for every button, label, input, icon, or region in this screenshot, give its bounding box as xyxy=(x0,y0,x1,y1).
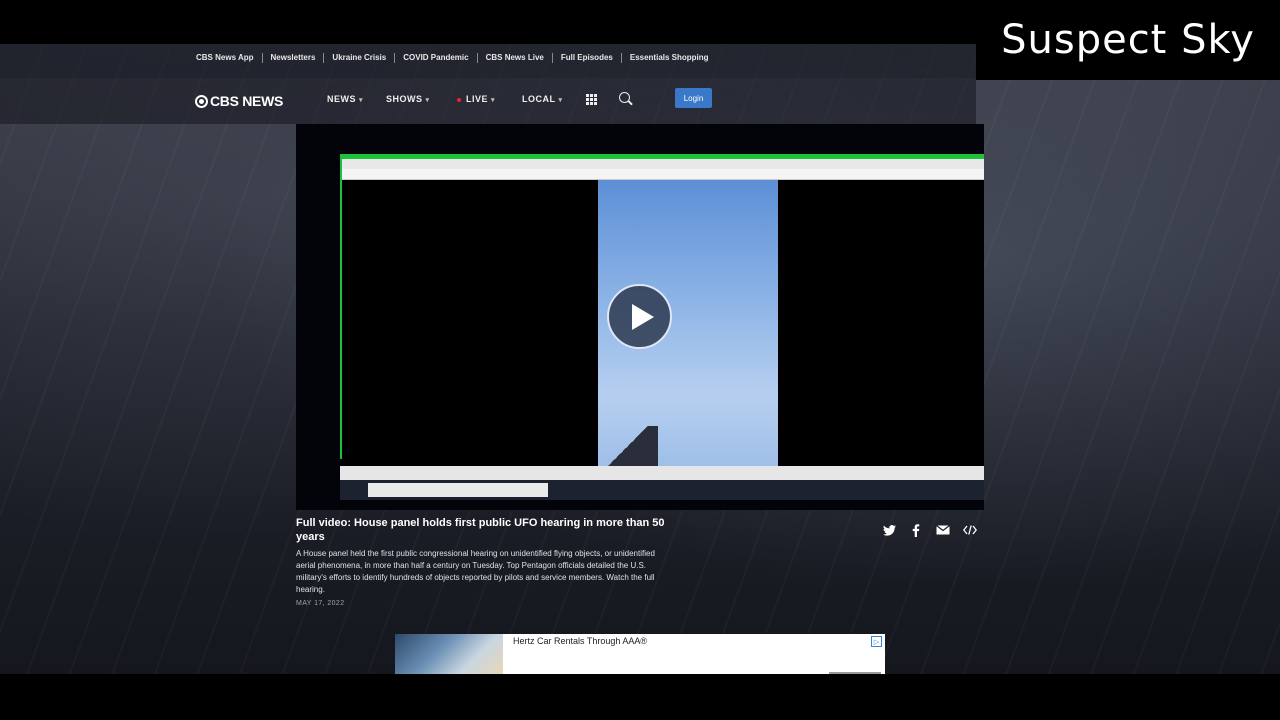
video-player[interactable] xyxy=(296,124,984,510)
article-info: Full video: House panel holds first publ… xyxy=(296,516,676,607)
embed-icon[interactable] xyxy=(963,523,977,537)
chevron-down-icon: ▾ xyxy=(491,97,496,104)
chevron-down-icon: ▾ xyxy=(558,97,563,104)
nav-news[interactable]: NEWS ▾ xyxy=(327,94,363,104)
main-nav: CBS NEWS NEWS ▾ SHOWS ▾ LIVE ▾ LOCAL ▾ xyxy=(0,78,976,124)
channel-watermark: Suspect Sky xyxy=(976,0,1280,80)
login-button[interactable]: Login xyxy=(675,88,712,108)
ad-text: Hertz Car Rentals Through AAA® xyxy=(513,636,648,646)
nav-live-label: LIVE xyxy=(466,94,489,104)
article-title: Full video: House panel holds first publ… xyxy=(296,517,665,543)
top-link-episodes[interactable]: Full Episodes xyxy=(553,53,622,63)
nav-live[interactable]: LIVE ▾ xyxy=(457,94,495,104)
nav-shows-label: SHOWS xyxy=(386,94,423,104)
email-icon[interactable] xyxy=(936,523,950,537)
twitter-icon[interactable] xyxy=(882,523,896,537)
live-dot-icon xyxy=(457,97,461,102)
top-link-covid[interactable]: COVID Pandemic xyxy=(395,53,478,63)
window-titlebar xyxy=(340,159,984,169)
top-link-app[interactable]: CBS News App xyxy=(196,53,263,63)
play-icon[interactable] xyxy=(607,284,672,349)
nav-shows[interactable]: SHOWS ▾ xyxy=(386,94,430,104)
cbs-news-page: CBS News App Newsletters Ukraine Crisis … xyxy=(0,44,1280,674)
search-icon[interactable] xyxy=(619,92,630,103)
chevron-down-icon: ▾ xyxy=(425,97,430,104)
window-border-left xyxy=(340,159,342,459)
article-description: A House panel held the first public cong… xyxy=(296,549,655,594)
desktop-taskbar xyxy=(340,480,984,500)
adchoices-icon[interactable]: ▷ xyxy=(871,636,882,647)
article-date: MAY 17, 2022 xyxy=(296,600,345,607)
top-link-newsletters[interactable]: Newsletters xyxy=(263,53,325,63)
top-links: CBS News App Newsletters Ukraine Crisis … xyxy=(196,53,717,63)
nav-local-label: LOCAL xyxy=(522,94,556,104)
video-frame: CBS News App Newsletters Ukraine Crisis … xyxy=(0,0,1280,720)
top-link-ukraine[interactable]: Ukraine Crisis xyxy=(324,53,396,63)
cbs-eye-icon xyxy=(195,94,208,108)
nav-local[interactable]: LOCAL ▾ xyxy=(522,94,563,104)
top-links-bar: CBS News App Newsletters Ukraine Crisis … xyxy=(0,44,976,78)
top-link-shopping[interactable]: Essentials Shopping xyxy=(622,53,717,63)
ad-divider xyxy=(829,672,881,674)
window-menubar xyxy=(340,169,984,180)
facebook-icon[interactable] xyxy=(909,523,923,537)
cbs-news-logo[interactable]: CBS NEWS xyxy=(195,93,283,109)
ad-image xyxy=(395,634,503,674)
logo-text: CBS NEWS xyxy=(210,93,284,109)
nav-news-label: NEWS xyxy=(327,94,356,104)
player-controls xyxy=(340,466,984,480)
chevron-down-icon: ▾ xyxy=(359,97,364,104)
grid-icon[interactable] xyxy=(586,94,597,105)
taskbar-search xyxy=(368,483,548,497)
top-link-live[interactable]: CBS News Live xyxy=(478,53,553,63)
advertisement[interactable]: Hertz Car Rentals Through AAA® ▷ xyxy=(395,634,885,674)
